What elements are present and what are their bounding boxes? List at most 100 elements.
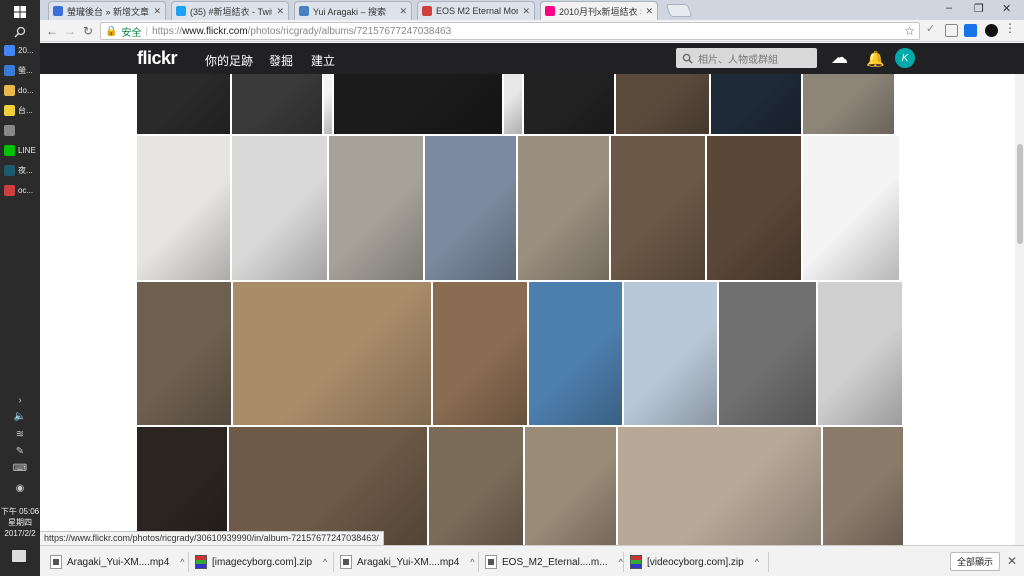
photo-thumbnail[interactable] (137, 136, 230, 280)
chevron-up-icon[interactable]: ^ (323, 557, 327, 567)
check-icon[interactable]: ✓ (926, 22, 939, 35)
browser-tab[interactable]: EOS M2 Eternal Mome ✕ (417, 1, 535, 20)
windows-start-icon[interactable] (0, 0, 40, 24)
photo-thumbnail[interactable] (334, 74, 502, 134)
language-icon[interactable]: ◉ (0, 480, 40, 496)
close-tab-icon[interactable]: ✕ (522, 6, 530, 17)
chevron-up-icon[interactable]: ^ (470, 557, 474, 567)
close-icon[interactable]: ✕ (1007, 554, 1017, 568)
close-window-button[interactable]: ✕ (1002, 2, 1011, 15)
chevron-up-icon[interactable]: ^ (180, 557, 184, 567)
photo-thumbnail[interactable] (329, 136, 423, 280)
download-item[interactable]: Aragaki_Yui-XM....mp4 ^ (340, 552, 475, 572)
download-item[interactable]: [videocyborg.com].zip ^ (630, 552, 759, 572)
menu-icon[interactable]: ⋮ (1004, 21, 1016, 35)
taskbar-app-1[interactable]: 螢... (0, 60, 40, 80)
upload-cloud-icon[interactable]: ☁ (831, 48, 848, 68)
scrollbar[interactable] (1015, 74, 1024, 545)
photo-thumbnail[interactable] (137, 427, 227, 545)
close-tab-icon[interactable]: ✕ (276, 6, 284, 17)
notification-icon[interactable] (12, 550, 26, 562)
nav-you[interactable]: 你的足跡 (205, 52, 253, 69)
photo-grid (137, 74, 916, 545)
notifications-bell-icon[interactable]: 🔔 (866, 50, 885, 68)
taskbar-app-3[interactable]: 台... (0, 100, 40, 120)
bookmark-star-icon[interactable]: ☆ (904, 24, 915, 38)
photo-thumbnail[interactable] (611, 136, 705, 280)
clock-date: 2017/2/2 (4, 529, 36, 538)
photo-thumbnail[interactable] (425, 136, 516, 280)
search-icon[interactable] (0, 22, 40, 42)
photo-thumbnail[interactable] (137, 74, 230, 134)
extension-icon[interactable] (985, 24, 998, 37)
photo-thumbnail[interactable] (433, 282, 527, 425)
photo-thumbnail[interactable] (818, 282, 902, 425)
back-icon[interactable]: ← (44, 23, 60, 39)
video-file-icon (50, 555, 62, 569)
download-item[interactable]: EOS_M2_Eternal....m... ^ (485, 552, 623, 572)
taskbar-app-4[interactable] (0, 120, 40, 140)
photo-thumbnail[interactable] (616, 74, 709, 134)
photo-thumbnail[interactable] (232, 136, 327, 280)
taskbar-app-5[interactable]: LINE (0, 140, 40, 160)
download-filename: Aragaki_Yui-XM....mp4 (67, 556, 170, 568)
close-tab-icon[interactable]: ✕ (153, 6, 161, 17)
photo-thumbnail[interactable] (618, 427, 821, 545)
browser-window: 螢瓏後台 » 新增文章 :: 圖✕ (35) #新垣結衣 - Twitte✕ Yui… (40, 0, 1024, 576)
photo-thumbnail[interactable] (504, 74, 522, 134)
tab-title: 2010月刊x新垣結衣 Spe (559, 6, 641, 17)
wifi-icon[interactable]: ≋ (0, 426, 40, 442)
download-item[interactable]: Aragaki_Yui-XM....mp4 ^ (50, 552, 185, 572)
photo-thumbnail[interactable] (518, 136, 609, 280)
flickr-search-input[interactable]: 相片、人物或群組 (676, 48, 817, 68)
taskbar-app-6[interactable]: 夜... (0, 160, 40, 180)
show-all-downloads-button[interactable]: 全部顯示 (950, 552, 1000, 571)
photo-thumbnail[interactable] (232, 74, 322, 134)
browser-tab[interactable]: (35) #新垣結衣 - Twitte ✕ (171, 1, 289, 20)
nav-create[interactable]: 建立 (311, 52, 335, 69)
download-item[interactable]: [imagecyborg.com].zip ^ (195, 552, 327, 572)
photo-thumbnail[interactable] (711, 74, 801, 134)
keyboard-icon[interactable]: ⌨ (0, 460, 40, 476)
photo-thumbnail[interactable] (233, 282, 431, 425)
avatar[interactable]: K (895, 48, 915, 68)
photo-thumbnail[interactable] (803, 136, 899, 280)
browser-tab[interactable]: Yui Aragaki – 搜索 ✕ (294, 1, 412, 20)
taskbar-app-2[interactable]: do... (0, 80, 40, 100)
photo-thumbnail[interactable] (823, 427, 903, 545)
photo-thumbnail[interactable] (429, 427, 523, 545)
taskbar-app-0[interactable]: 20... (0, 40, 40, 60)
reload-icon[interactable]: ↻ (80, 23, 96, 39)
extension-icon[interactable] (945, 24, 958, 37)
chevron-up-icon[interactable]: ^ (755, 557, 759, 567)
pen-icon[interactable]: ✎ (0, 443, 40, 459)
photo-thumbnail[interactable] (707, 136, 801, 280)
minimize-button[interactable]: – (946, 2, 952, 14)
scrollbar-thumb[interactable] (1017, 144, 1023, 244)
photo-thumbnail[interactable] (624, 282, 717, 425)
flickr-logo[interactable]: flickr (137, 48, 178, 69)
chevron-up-icon[interactable]: › (0, 392, 40, 408)
volume-icon[interactable]: 🔈 (0, 408, 40, 424)
photo-thumbnail[interactable] (324, 74, 332, 134)
search-icon (682, 53, 693, 64)
forward-icon[interactable]: → (62, 23, 78, 39)
browser-tab[interactable]: 2010月刊x新垣結衣 Spe ✕ (540, 1, 658, 20)
restore-button[interactable]: ❐ (974, 2, 984, 15)
photo-thumbnail[interactable] (524, 74, 614, 134)
photo-thumbnail[interactable] (529, 282, 622, 425)
photo-thumbnail[interactable] (803, 74, 894, 134)
photo-thumbnail[interactable] (229, 427, 427, 545)
close-tab-icon[interactable]: ✕ (399, 6, 407, 17)
photo-thumbnail[interactable] (137, 282, 231, 425)
photo-thumbnail[interactable] (719, 282, 816, 425)
browser-tab[interactable]: 螢瓏後台 » 新增文章 :: 圖✕ (48, 1, 166, 20)
download-extension-icon[interactable] (964, 24, 977, 37)
taskbar-app-7[interactable]: oc... (0, 180, 40, 200)
address-bar[interactable]: 🔒 安全 | https://www.flickr.com/photos/ric… (100, 22, 920, 40)
photo-thumbnail[interactable] (525, 427, 616, 545)
nav-explore[interactable]: 發掘 (269, 52, 293, 69)
close-tab-icon[interactable]: ✕ (645, 6, 653, 17)
clock[interactable]: 下午 05:06 星期四 2017/2/2 (0, 506, 40, 539)
new-tab-button[interactable] (665, 4, 693, 17)
